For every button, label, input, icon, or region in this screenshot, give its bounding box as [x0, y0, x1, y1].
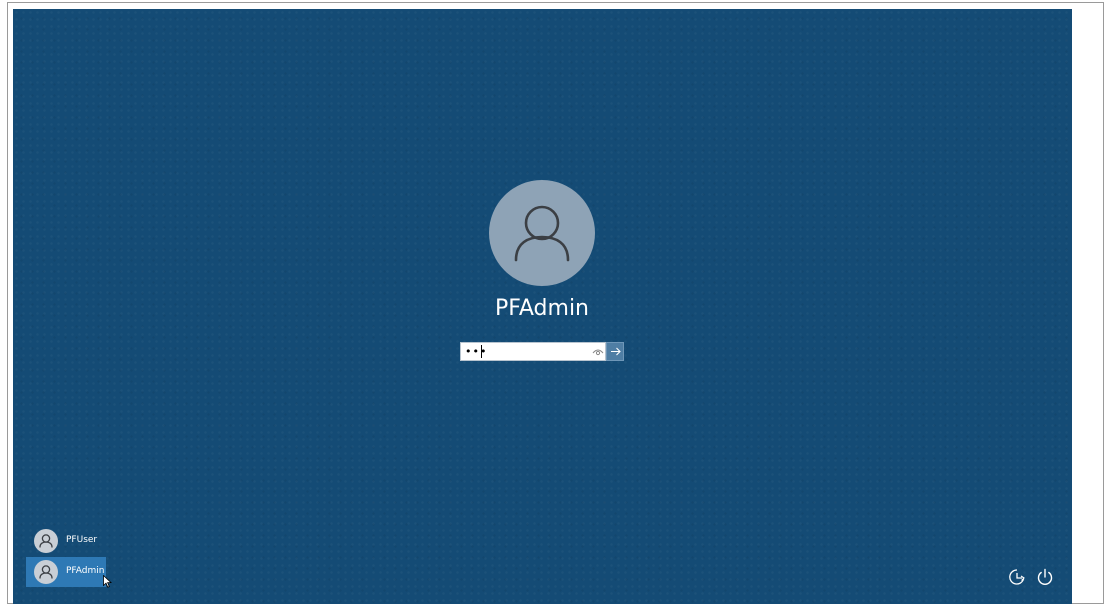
user-tile-label: PFUser [66, 535, 98, 545]
person-icon [39, 534, 53, 548]
submit-button[interactable] [606, 342, 624, 361]
person-icon [39, 565, 53, 579]
user-tile-avatar [34, 529, 58, 553]
user-avatar [489, 180, 595, 286]
user-tile-avatar [34, 560, 58, 584]
user-tile-pfadmin[interactable]: PFAdmin [26, 557, 106, 587]
accessibility-icon[interactable] [1007, 567, 1027, 587]
eye-icon[interactable] [592, 346, 604, 357]
user-tile-pfuser[interactable]: PFUser [26, 526, 106, 556]
power-icon[interactable] [1035, 567, 1055, 587]
person-icon [514, 205, 570, 262]
user-tile-label: PFAdmin [66, 566, 105, 576]
mouse-pointer-icon [103, 575, 112, 588]
text-caret [481, 345, 482, 358]
lock-screen: PFAdmin PFUser PFAdmin [13, 9, 1072, 604]
username-label: PFAdmin [494, 296, 589, 321]
password-box[interactable] [460, 342, 606, 361]
arrow-right-icon [611, 347, 621, 356]
